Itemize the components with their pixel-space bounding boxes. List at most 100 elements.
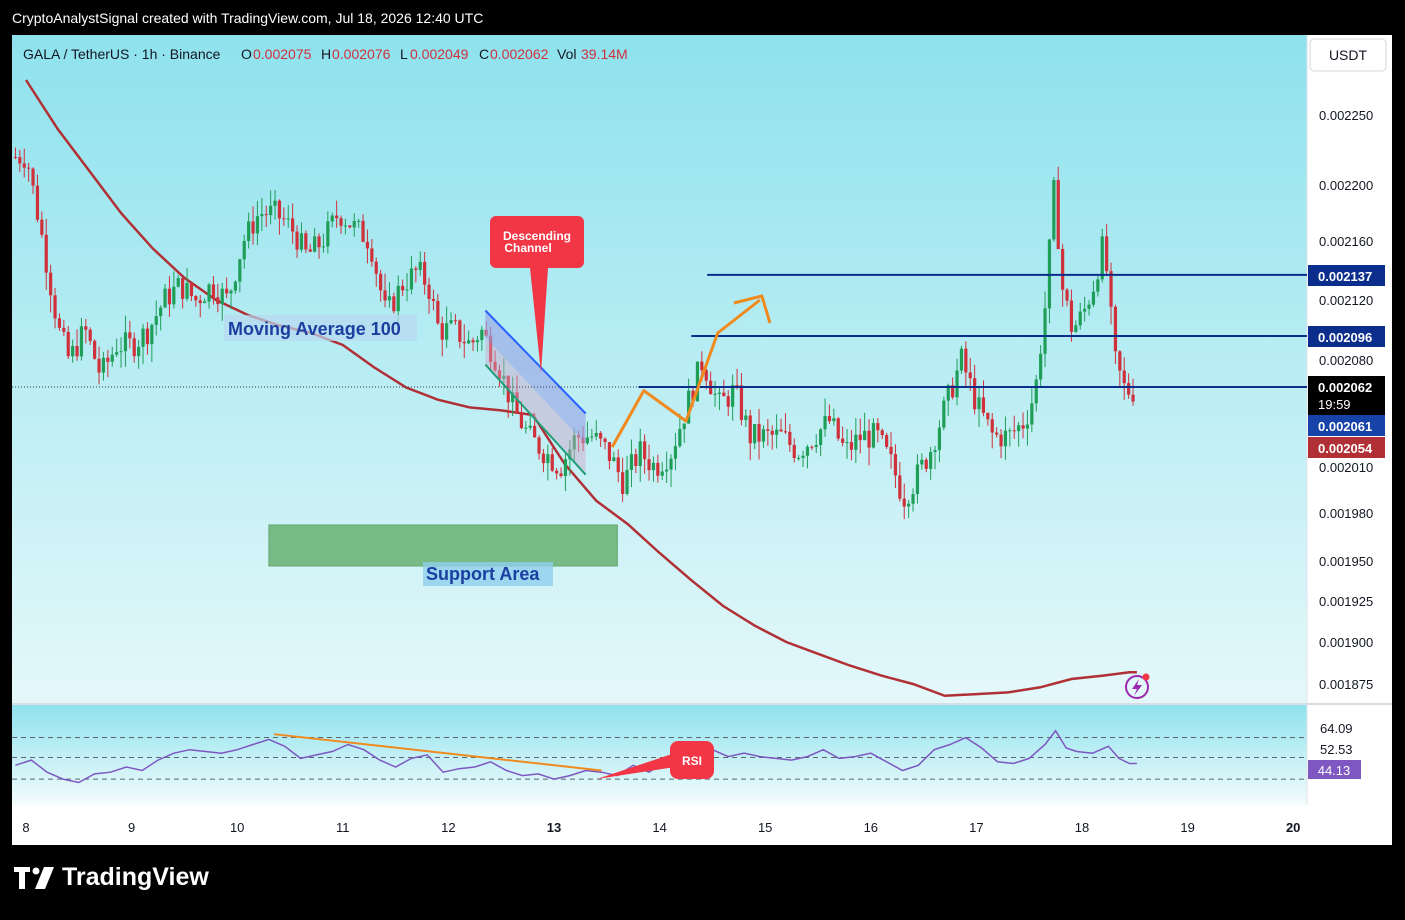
candle-body (819, 429, 823, 446)
candle-body (383, 290, 387, 301)
candle-body (836, 418, 840, 439)
candle-body (308, 249, 312, 252)
candle-body (326, 221, 330, 247)
candle-body (929, 451, 933, 469)
candle-body (277, 200, 282, 219)
candle-body (563, 459, 568, 476)
candle-body (555, 470, 559, 474)
price-badge: 0.002062 19:59 (1308, 376, 1385, 416)
candle-body (189, 283, 194, 297)
candle-body (1074, 325, 1078, 332)
candle-body (775, 429, 779, 435)
candle-body (370, 248, 374, 262)
candle-body (814, 445, 818, 448)
candle-body (885, 435, 889, 447)
candle-body (889, 446, 893, 455)
candle-body (216, 297, 220, 305)
candle-body (379, 273, 383, 291)
candle-body (977, 397, 981, 410)
candle-body (590, 436, 594, 438)
time-tick-label: 17 (969, 820, 983, 835)
currency-button[interactable]: USDT (1309, 38, 1387, 72)
legend-c-value: 0.002062 (490, 46, 549, 62)
candle-body (414, 268, 418, 270)
candle-body (1017, 425, 1021, 432)
candle-body (717, 392, 722, 394)
candle-body (238, 259, 242, 282)
time-tick-label: 15 (758, 820, 772, 835)
candle-body (1122, 370, 1126, 384)
candle-body (374, 261, 378, 274)
candle-body (1043, 308, 1047, 354)
candle-body (167, 288, 172, 305)
candle-body (57, 318, 62, 328)
candle-body (700, 361, 704, 371)
candle-body (973, 378, 977, 410)
chart-svg[interactable]: 64.09 52.53 44.13 0.002250 0.002200 0.002160… (12, 35, 1392, 845)
candle-body (440, 323, 444, 340)
time-tick-label: 19 (1180, 820, 1194, 835)
legend-vol-label: Vol (557, 46, 576, 62)
candle-body (748, 415, 752, 444)
candle-body (172, 286, 176, 305)
candle-body (176, 278, 180, 287)
tradingview-logo-text: TradingView (62, 863, 209, 891)
candle-body (123, 332, 128, 352)
candle-body (436, 300, 440, 324)
candle-body (770, 430, 774, 435)
candle (1052, 177, 1056, 242)
bottom-bar: TradingView (0, 845, 1405, 920)
chart-area[interactable]: 64.09 52.53 44.13 0.002250 0.002200 0.002160… (12, 35, 1392, 845)
candle-body (665, 469, 669, 472)
price-badge-countdown: 19:59 (1318, 397, 1351, 412)
candle-body (49, 272, 53, 296)
candle-body (251, 221, 255, 234)
candle-body (607, 442, 612, 462)
candle-body (537, 437, 541, 454)
candle-body (211, 284, 216, 298)
candle-body (766, 429, 770, 431)
candle-body (132, 338, 136, 357)
candle-body (97, 358, 101, 373)
candle-body (93, 340, 97, 359)
time-tick-label: 13 (547, 820, 561, 835)
candle-body (898, 475, 902, 499)
candle-body (1069, 300, 1074, 332)
candle-body (357, 220, 361, 222)
candle-body (854, 434, 858, 450)
price-tick-label: 0.002200 (1319, 178, 1373, 193)
candle-body (348, 225, 352, 228)
candle-body (467, 340, 471, 344)
candle-body (1096, 279, 1100, 292)
candle-body (999, 434, 1003, 447)
candle-body (88, 329, 92, 341)
candle-body (964, 348, 968, 373)
candle-body (990, 419, 994, 433)
legend-h-value: 0.002076 (332, 46, 391, 62)
candle (959, 345, 964, 374)
candle-body (827, 416, 832, 422)
candle-body (22, 163, 26, 168)
candle-body (761, 429, 766, 442)
candle-body (423, 261, 427, 285)
candle-body (1087, 304, 1091, 309)
price-tick-label: 0.001950 (1319, 554, 1373, 569)
candle-body (207, 284, 211, 302)
candle-body (194, 296, 198, 301)
price-tick-label: 0.001925 (1319, 594, 1373, 609)
candle-body (805, 446, 810, 456)
candle-body (233, 281, 238, 291)
price-badge: 0.002061 (1308, 415, 1385, 436)
candle-body (779, 429, 783, 432)
candle-body (559, 473, 563, 476)
price-badge: 0.002137 (1308, 265, 1385, 286)
main-pane-bg (12, 35, 1307, 703)
price-tick-label: 0.002080 (1319, 353, 1373, 368)
candle-body (220, 288, 224, 305)
candle-body (445, 323, 449, 340)
candle-body (915, 464, 920, 495)
candle-body (660, 471, 664, 476)
tradingview-logo[interactable]: TradingView (14, 863, 209, 892)
top-bar: CryptoAnalystSignal created with Trading… (0, 0, 1405, 36)
candle-body (1118, 351, 1122, 371)
